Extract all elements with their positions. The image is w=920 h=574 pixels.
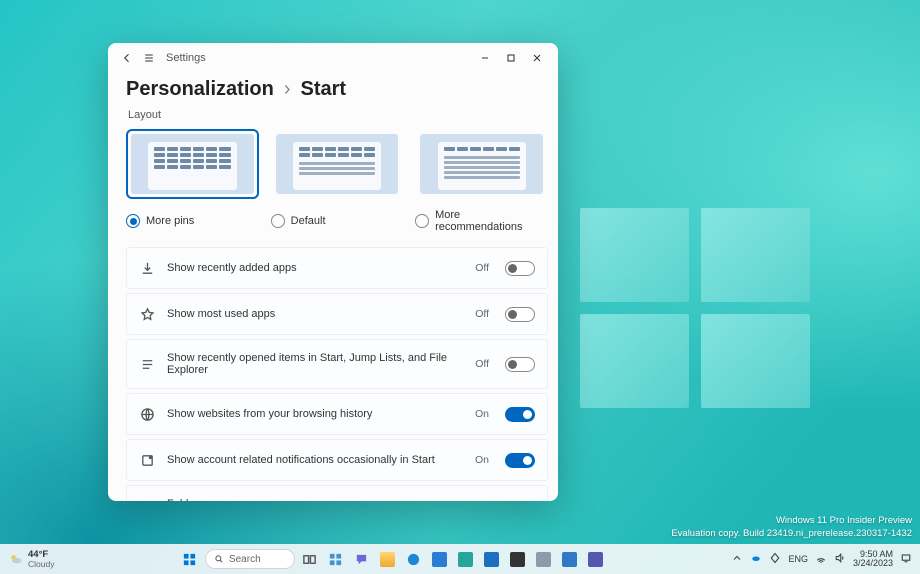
breadcrumb-parent[interactable]: Personalization [126, 78, 274, 101]
task-view-button[interactable] [299, 548, 321, 570]
taskbar-clock[interactable]: 9:50 AM 3/24/2023 [853, 550, 893, 569]
taskbar-tray: ENG 9:50 AM 3/24/2023 [731, 550, 912, 569]
taskbar-center: Search [54, 548, 731, 570]
network-icon[interactable] [815, 552, 827, 567]
toggle-state: Off [475, 262, 489, 274]
onedrive-icon[interactable] [750, 552, 762, 567]
breadcrumb-current: Start [300, 78, 346, 101]
chat-button[interactable] [351, 548, 373, 570]
toggle-switch[interactable] [505, 357, 535, 372]
taskbar-weather[interactable]: 44°F Cloudy [8, 550, 54, 568]
store-button[interactable] [429, 548, 451, 570]
widgets-button[interactable] [325, 548, 347, 570]
radio-icon [126, 214, 140, 228]
radio-icon [415, 214, 429, 228]
setting-account-notifications: Show account related notifications occas… [126, 439, 548, 481]
radio-more-pins[interactable]: More pins [126, 209, 259, 233]
insider-watermark: Windows 11 Pro Insider Preview Evaluatio… [671, 515, 912, 540]
settings-scroll-area[interactable]: Layout More pins Def [108, 109, 558, 501]
photos-button[interactable] [455, 548, 477, 570]
setting-label: Show most used apps [167, 308, 463, 320]
toggle-state: Off [475, 358, 489, 370]
setting-label: Show recently added apps [167, 262, 463, 274]
notification-center-icon[interactable] [900, 552, 912, 567]
back-button[interactable] [116, 47, 138, 69]
radio-more-recs[interactable]: More recommendations [415, 209, 548, 233]
weather-icon [8, 551, 24, 567]
setting-folders[interactable]: Folders These folders appear on Start ne… [126, 485, 548, 501]
close-button[interactable] [524, 45, 550, 71]
star-icon [139, 306, 155, 322]
settings-window: Settings Personalization › Start Layout [108, 43, 558, 501]
radio-icon [271, 214, 285, 228]
terminal-button[interactable] [507, 548, 529, 570]
toggle-switch[interactable] [505, 453, 535, 468]
radio-default[interactable]: Default [271, 209, 404, 233]
volume-icon[interactable] [834, 552, 846, 567]
download-icon [139, 260, 155, 276]
globe-icon [139, 406, 155, 422]
app-button[interactable] [533, 548, 555, 570]
layout-option-default[interactable] [271, 129, 404, 199]
toggle-switch[interactable] [505, 261, 535, 276]
mail-button[interactable] [481, 548, 503, 570]
tray-chevron-icon[interactable] [731, 552, 743, 567]
windows-logo-wallpaper [580, 208, 810, 408]
toggle-state: On [475, 454, 489, 466]
toggle-state: On [475, 408, 489, 420]
setting-websites: Show websites from your browsing history… [126, 393, 548, 435]
setting-label: Folders These folders appear on Start ne… [167, 498, 519, 501]
app-button[interactable] [559, 548, 581, 570]
taskbar: 44°F Cloudy Search ENG 9:50 AM 3/24/2023 [0, 544, 920, 574]
location-icon[interactable] [769, 552, 781, 567]
notify-icon [139, 452, 155, 468]
layout-heading: Layout [128, 109, 548, 121]
setting-label: Show account related notifications occas… [167, 454, 463, 466]
window-title-bar: Settings [108, 43, 558, 73]
start-button[interactable] [179, 548, 201, 570]
setting-most-used: Show most used apps Off [126, 293, 548, 335]
layout-option-more-recs[interactable] [415, 129, 548, 199]
toggle-switch[interactable] [505, 307, 535, 322]
toggle-switch[interactable] [505, 407, 535, 422]
layout-options [126, 129, 548, 199]
layout-radio-row: More pins Default More recommendations [126, 209, 548, 233]
teams-button[interactable] [585, 548, 607, 570]
setting-label: Show websites from your browsing history [167, 408, 463, 420]
toggle-state: Off [475, 308, 489, 320]
minimize-button[interactable] [472, 45, 498, 71]
setting-recently-added: Show recently added apps Off [126, 247, 548, 289]
file-explorer-button[interactable] [377, 548, 399, 570]
taskbar-search[interactable]: Search [205, 549, 295, 569]
nav-menu-button[interactable] [138, 47, 160, 69]
breadcrumb: Personalization › Start [108, 73, 558, 109]
app-title: Settings [166, 52, 206, 64]
breadcrumb-separator: › [284, 78, 291, 101]
language-indicator[interactable]: ENG [788, 554, 808, 564]
list-icon [139, 356, 155, 372]
layout-option-more-pins[interactable] [126, 129, 259, 199]
setting-label: Show recently opened items in Start, Jum… [167, 352, 463, 376]
setting-recent-items: Show recently opened items in Start, Jum… [126, 339, 548, 389]
maximize-button[interactable] [498, 45, 524, 71]
edge-button[interactable] [403, 548, 425, 570]
